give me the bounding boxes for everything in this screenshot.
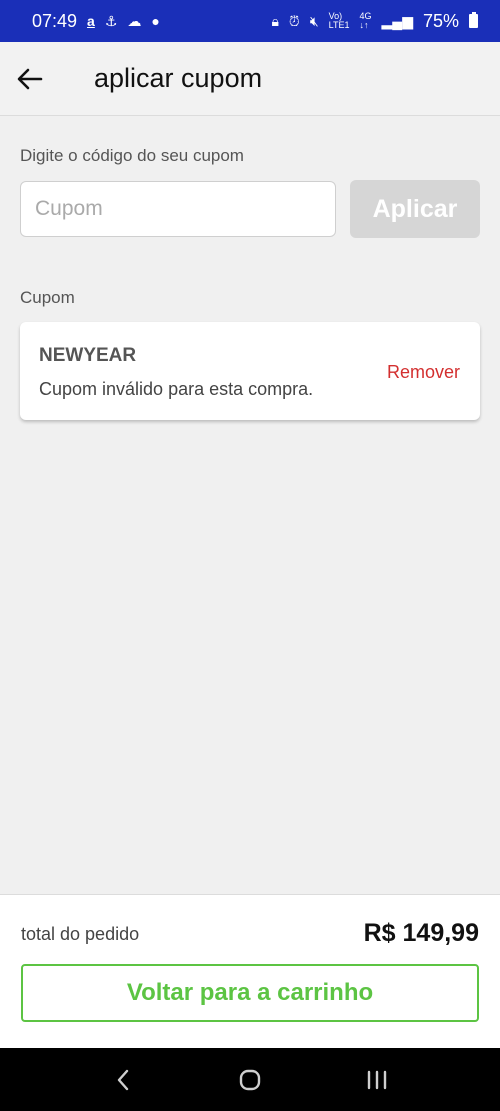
amazon-icon: a <box>87 13 95 29</box>
apply-button[interactable]: Aplicar <box>350 180 480 238</box>
dot-icon: ● <box>151 13 160 29</box>
4g-icon: 4G ↓↑ <box>359 11 372 30</box>
status-bar: 07:49 a ⚓ ☁ ● 🔒︎ ⏰︎ 🔇︎ Vo) LTE1 4G ↓↑ ▂▄▆ … <box>0 0 500 42</box>
nav-back-button[interactable] <box>93 1055 153 1105</box>
lock-icon: 🔒︎ <box>271 13 279 29</box>
home-icon <box>239 1069 261 1090</box>
status-right: 🔒︎ ⏰︎ 🔇︎ Vo) LTE1 4G ↓↑ ▂▄▆ 75% <box>271 11 478 32</box>
nav-home-button[interactable] <box>220 1055 280 1105</box>
battery-icon <box>469 12 478 28</box>
remove-coupon-button[interactable]: Remover <box>387 362 460 383</box>
system-nav-bar <box>0 1048 500 1111</box>
chevron-left-icon <box>118 1069 129 1090</box>
app-bar: aplicar cupom <box>0 42 500 116</box>
back-button[interactable] <box>2 51 58 107</box>
alarm-icon: ⏰︎ <box>288 13 300 29</box>
signal-icon: ▂▄▆ <box>381 13 413 29</box>
status-left: 07:49 a ⚓ ☁ ● <box>32 11 160 32</box>
recents-icon <box>367 1070 386 1089</box>
cloud-icon: ☁ <box>127 13 142 29</box>
coupon-input[interactable] <box>20 181 336 237</box>
mute-icon: 🔇︎ <box>309 13 319 29</box>
order-total-value: R$ 149,99 <box>363 919 479 947</box>
coupon-code: NEWYEAR <box>39 345 137 366</box>
usb-debug-icon: ⚓ <box>104 13 118 29</box>
nav-recents-button[interactable] <box>347 1055 407 1105</box>
applied-coupon-label: Cupom <box>20 288 75 307</box>
battery-text: 75% <box>422 10 459 31</box>
volte-icon: Vo) LTE1 <box>328 11 350 30</box>
back-to-cart-button[interactable]: Voltar para a carrinho <box>21 964 479 1022</box>
coupon-card: NEWYEAR Cupom inválido para esta compra.… <box>20 322 480 420</box>
coupon-error-message: Cupom inválido para esta compra. <box>39 379 314 399</box>
order-summary-panel: total do pedido R$ 149,99 Voltar para a … <box>0 894 500 1048</box>
arrow-left-icon <box>17 68 43 89</box>
coupon-code-label: Digite o código do seu cupom <box>20 146 244 165</box>
order-total-label: total do pedido <box>21 924 140 944</box>
page-title: aplicar cupom <box>94 63 263 93</box>
status-time: 07:49 <box>32 10 78 31</box>
